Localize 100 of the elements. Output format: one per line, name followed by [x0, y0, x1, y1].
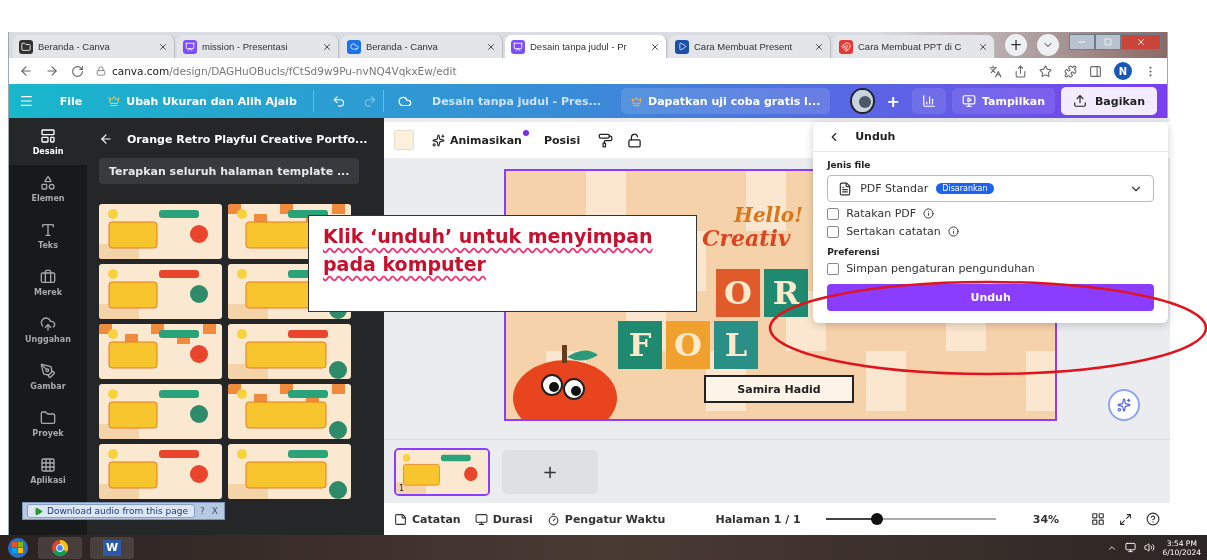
- reload-icon[interactable]: [71, 64, 84, 78]
- zoom-reading: 34%: [1032, 512, 1060, 526]
- apply-template-button[interactable]: Terapkan seluruh halaman template ...: [99, 158, 360, 184]
- back-icon[interactable]: [99, 132, 113, 146]
- page-indicator: Halaman 1 / 1: [715, 512, 801, 526]
- notes-button[interactable]: Catatan: [394, 512, 461, 526]
- duration-button[interactable]: Durasi: [474, 512, 533, 526]
- checkbox[interactable]: [827, 262, 840, 275]
- timer-icon: [546, 512, 560, 526]
- close-button[interactable]: X: [209, 504, 220, 518]
- undo-icon[interactable]: [331, 93, 346, 109]
- browser-tab[interactable]: Cara Membuat PPT di C: [833, 35, 995, 58]
- text-icon: [40, 221, 56, 238]
- sidebar-item[interactable]: Proyek: [9, 400, 87, 447]
- sidebar-item[interactable]: Elemen: [9, 165, 87, 212]
- magic-button[interactable]: [1108, 389, 1141, 421]
- share-icon[interactable]: [1014, 64, 1027, 78]
- letter-tile: L: [714, 321, 758, 369]
- option-label: Ratakan PDF: [846, 207, 917, 220]
- animate-button[interactable]: Animasikan: [428, 131, 526, 149]
- monitor-icon: [474, 512, 488, 526]
- trial-button[interactable]: Dapatkan uji coba gratis l...: [621, 88, 831, 114]
- download-button[interactable]: Unduh: [827, 284, 1155, 311]
- page-thumbnail[interactable]: 1: [394, 447, 490, 496]
- translate-icon[interactable]: [989, 64, 1002, 78]
- zoom-handle[interactable]: [870, 513, 883, 525]
- maximize-icon: [1104, 38, 1112, 46]
- info-icon[interactable]: [923, 208, 935, 219]
- checkbox[interactable]: [827, 225, 840, 238]
- share-button[interactable]: Bagikan: [1061, 87, 1157, 115]
- close-icon: [1136, 37, 1146, 47]
- minimize-button[interactable]: [1069, 34, 1095, 50]
- position-button[interactable]: Posisi: [539, 131, 585, 149]
- close-icon[interactable]: [978, 41, 988, 52]
- bar-chart-icon: [922, 94, 936, 108]
- sidebar-item[interactable]: Gambar: [9, 353, 87, 400]
- address-bar[interactable]: canva.com/design/DAGHuOBucIs/fCtSd9w9Pu-nvNQ4VqkxEw/edit: [96, 61, 977, 81]
- word-taskbar-icon[interactable]: W: [103, 539, 121, 556]
- browser-tab[interactable]: Beranda - Canva: [13, 35, 175, 58]
- grid-view-icon[interactable]: [1091, 512, 1106, 526]
- forward-icon[interactable]: [45, 64, 59, 78]
- browser-tab[interactable]: Beranda - Canva: [341, 35, 503, 58]
- browser-taskbar-icon[interactable]: [38, 536, 82, 559]
- paint-roller-icon[interactable]: [598, 132, 614, 148]
- page-number: 1: [399, 483, 405, 493]
- close-icon[interactable]: [158, 41, 168, 52]
- side-panel-icon[interactable]: [1089, 64, 1102, 78]
- start-button[interactable]: [6, 536, 30, 559]
- close-icon[interactable]: [322, 41, 332, 52]
- grid-icon: [40, 456, 56, 473]
- close-icon[interactable]: [486, 41, 496, 52]
- new-tab-button[interactable]: +: [1005, 34, 1027, 56]
- callout-text: pada komputer: [323, 252, 487, 277]
- shapes-icon: [40, 174, 56, 191]
- close-icon[interactable]: [650, 41, 660, 52]
- panel-title: Unduh: [855, 130, 896, 143]
- sidebar-item[interactable]: Desain: [9, 118, 87, 165]
- collaborator-avatar[interactable]: [850, 88, 875, 114]
- checkbox[interactable]: [827, 207, 840, 220]
- sidebar-item[interactable]: Teks: [9, 212, 87, 259]
- close-icon[interactable]: [814, 41, 824, 52]
- sidebar-item[interactable]: Merek: [9, 259, 87, 306]
- add-page-button[interactable]: +: [502, 449, 598, 494]
- unlock-icon[interactable]: [627, 132, 643, 148]
- recommended-badge: Disarankan: [936, 183, 994, 194]
- timer-button[interactable]: Pengatur Waktu: [546, 512, 666, 526]
- browser-tab[interactable]: Cara Membuat Present: [669, 35, 831, 58]
- star-icon[interactable]: [1039, 64, 1052, 78]
- folder-icon: [19, 39, 33, 54]
- file-type-select[interactable]: PDF Standar Disarankan: [827, 175, 1155, 202]
- briefcase-icon: [40, 268, 56, 285]
- crown-icon: [631, 95, 642, 107]
- profile-avatar[interactable]: N: [1114, 62, 1132, 80]
- headline-text: Creativ: [702, 225, 791, 251]
- fullscreen-icon[interactable]: [1119, 512, 1133, 526]
- volume-icon[interactable]: [1143, 542, 1155, 553]
- letter-tile: O: [666, 321, 710, 369]
- present-button[interactable]: Tampilkan: [952, 88, 1055, 114]
- add-collaborator-button[interactable]: +: [880, 88, 906, 114]
- maximize-button[interactable]: [1095, 34, 1121, 50]
- lock-icon: [96, 66, 106, 76]
- info-icon[interactable]: [947, 226, 959, 237]
- letter-tile: O: [716, 269, 760, 317]
- browser-tab[interactable]: mission - Presentasi: [177, 35, 339, 58]
- template-title: Orange Retro Playful Creative Portfo...: [127, 132, 368, 146]
- insights-button[interactable]: [912, 88, 946, 114]
- help-icon[interactable]: [1146, 512, 1161, 526]
- letter-tile: R: [764, 269, 808, 317]
- cloud-icon: [347, 39, 361, 54]
- name-label: Samira Hadid: [704, 375, 854, 403]
- browser-tab[interactable]: Desain tanpa judul - Pr: [505, 35, 667, 58]
- help-button[interactable]: ?: [197, 504, 207, 518]
- notes-icon: [394, 512, 407, 526]
- layout-icon: [40, 127, 56, 144]
- document-title: Desain tanpa judul - Pres...: [432, 94, 601, 108]
- sidebar-item[interactable]: Unggahan: [9, 306, 87, 353]
- sidebar-item[interactable]: Aplikasi: [9, 447, 87, 494]
- color-swatch[interactable]: [394, 130, 414, 150]
- puzzle-icon[interactable]: [1064, 64, 1077, 78]
- download-audio-button[interactable]: Download audio from this page: [27, 504, 195, 518]
